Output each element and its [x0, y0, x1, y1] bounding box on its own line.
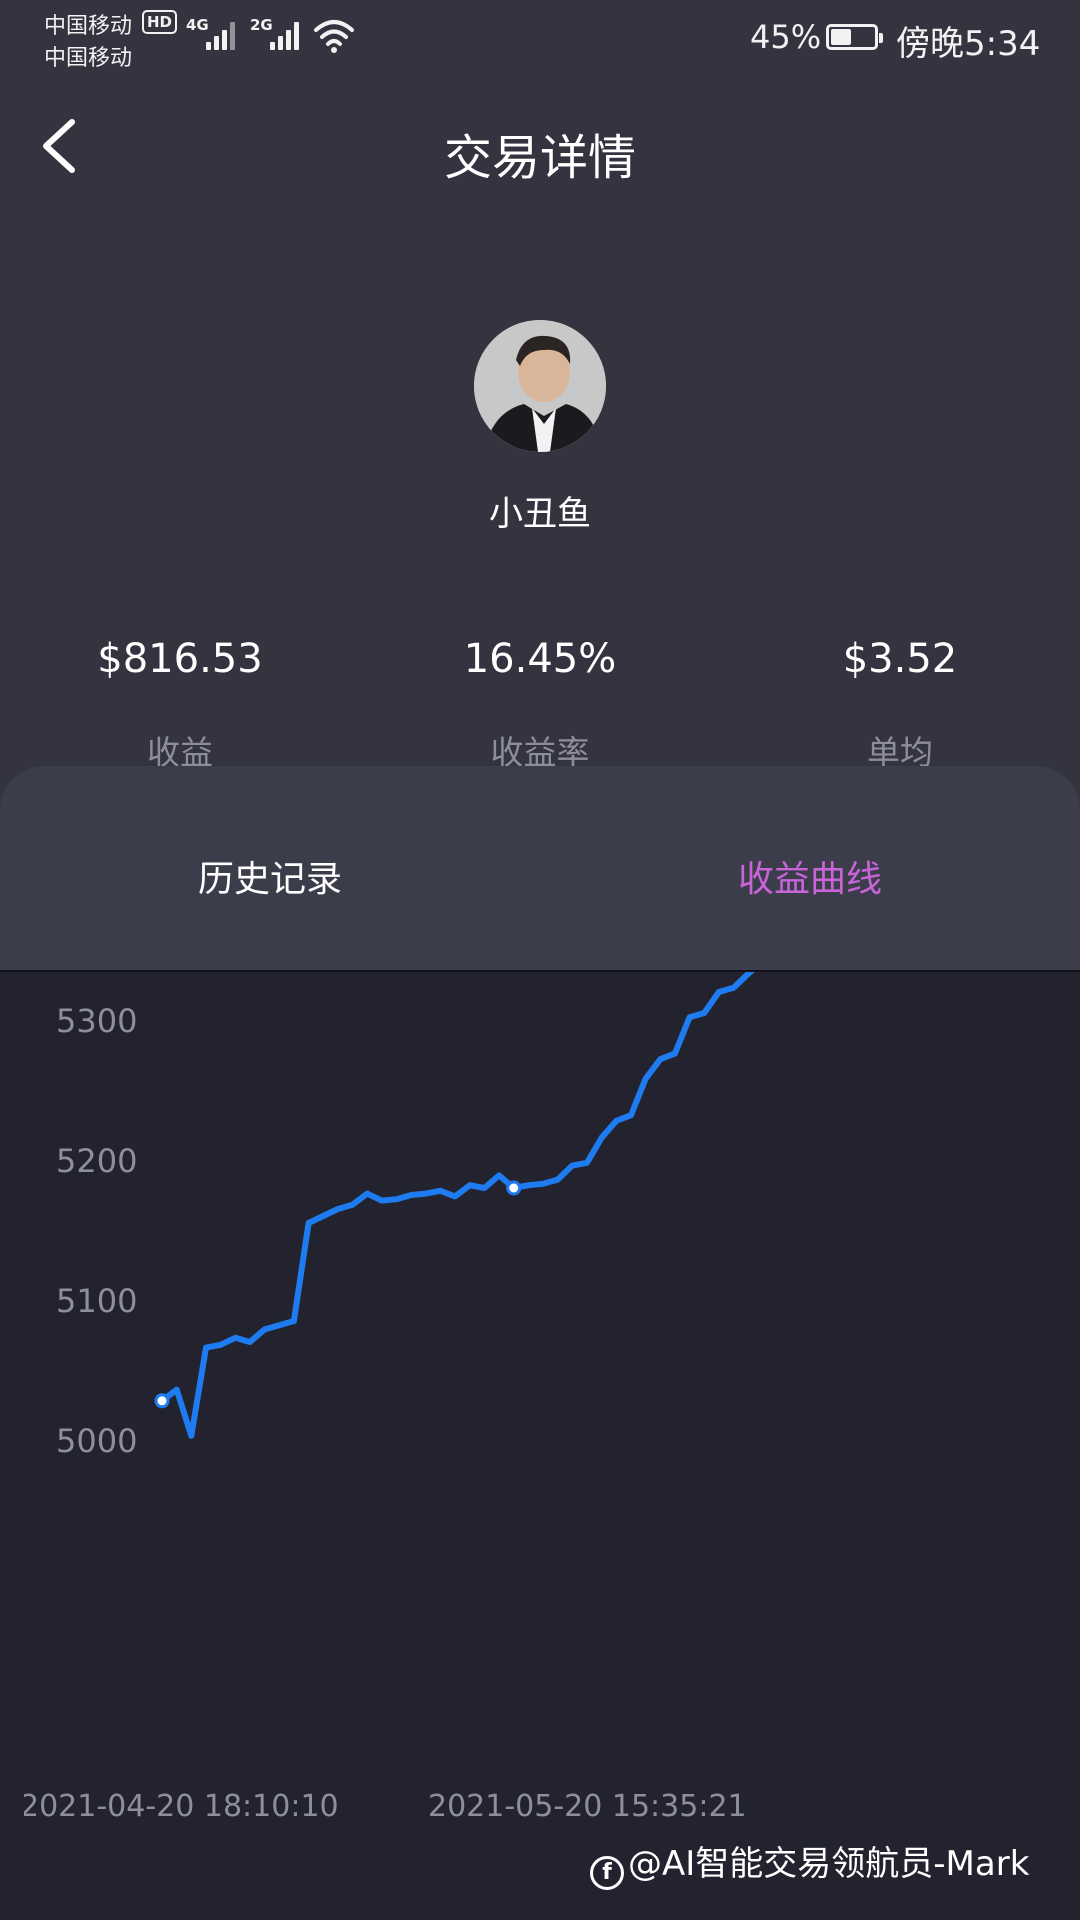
x-tick-label: 2021-04-20 18:10:10 — [20, 1789, 339, 1824]
y-tick-label: 5100 — [56, 1282, 137, 1320]
page-title: 交易详情 — [443, 130, 636, 186]
avatar-image — [474, 320, 606, 452]
stat-value: $3.52 — [842, 636, 958, 682]
battery-icon — [826, 24, 883, 50]
profit-chart: 5000510052005300540055002021-04-20 18:10… — [0, 972, 1080, 1920]
tab-profit-curve[interactable]: 收益曲线 — [540, 850, 1080, 902]
signal-icon — [206, 18, 242, 50]
battery-percent: 45% — [750, 18, 822, 56]
wifi-icon — [314, 20, 354, 53]
chart-svg: 5000510052005300540055002021-04-20 18:10… — [20, 972, 755, 1824]
hd-badge: HD — [142, 10, 178, 34]
data-point-marker — [154, 1393, 170, 1409]
stat-profit-rate: 16.45% 收益率 — [360, 636, 720, 774]
stat-profit: $816.53 收益 — [0, 636, 360, 774]
signal-icon — [270, 18, 306, 50]
profit-line-series — [159, 972, 755, 1439]
stat-value: 16.45% — [463, 636, 617, 682]
avatar — [474, 320, 606, 452]
status-bar: 中国移动 中国移动 HD 4G 2G 45% 傍晚5:34 — [0, 0, 1080, 71]
carrier-label: 中国移动 — [44, 14, 133, 39]
weibo-logo-icon: f — [590, 1856, 624, 1890]
stat-value: $816.53 — [97, 636, 263, 682]
x-tick-label: 2021-05-20 15:35:21 — [428, 1789, 747, 1824]
carrier-label: 中国移动 — [44, 46, 133, 71]
data-point-marker — [506, 1180, 522, 1196]
y-tick-label: 5000 — [56, 1422, 137, 1460]
y-tick-label: 5200 — [56, 1142, 137, 1180]
status-time: 傍晚5:34 — [896, 24, 1041, 64]
tab-bar: 历史记录 收益曲线 — [0, 766, 1080, 972]
username: 小丑鱼 — [489, 494, 591, 534]
watermark: f @AI智能交易领航员-Mark — [590, 1836, 1029, 1890]
watermark-text: @AI智能交易领航员-Mark — [628, 1844, 1030, 1884]
tab-history[interactable]: 历史记录 — [0, 850, 540, 902]
stat-average: $3.52 单均 — [720, 636, 1080, 774]
y-tick-label: 5300 — [56, 1002, 137, 1040]
